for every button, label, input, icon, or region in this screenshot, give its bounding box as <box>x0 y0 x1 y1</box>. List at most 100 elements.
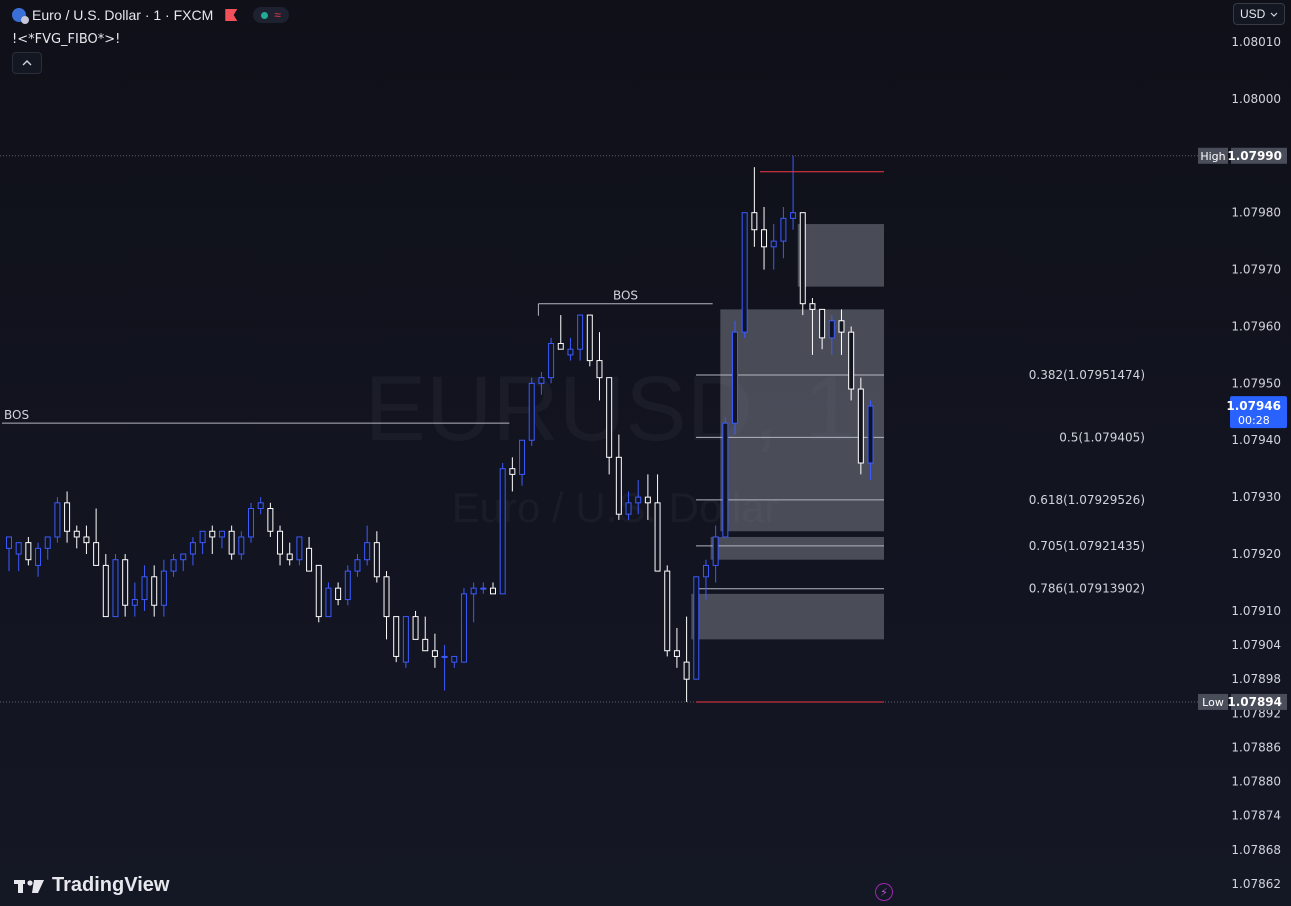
candle-body <box>596 360 603 379</box>
candle-body <box>460 593 467 663</box>
candle-body <box>693 576 700 680</box>
candle-body <box>296 536 303 561</box>
candle-body <box>519 439 526 475</box>
bos-label: BOS <box>613 289 638 303</box>
candle-body <box>73 530 80 538</box>
candlestick-chart[interactable]: EURUSD, 1 Euro / U.S. Dollar BOSBOS 0.38… <box>0 0 1291 906</box>
candle-body <box>780 217 787 242</box>
candle-body <box>238 536 245 555</box>
candle-body <box>364 542 371 561</box>
candle-body <box>325 587 332 618</box>
symbol-title[interactable]: Euro / U.S. Dollar · 1 · FXCM <box>32 7 213 23</box>
fib-label: 0.705(1.07921435) <box>1029 539 1145 553</box>
price-axis-tick: 1.07868 <box>1231 843 1281 857</box>
low-label-text: Low <box>1202 696 1224 709</box>
candle-body <box>548 343 555 379</box>
candle-body <box>422 638 429 652</box>
candle-body <box>122 559 129 606</box>
candle-body <box>615 456 622 515</box>
price-axis-tick: 1.07920 <box>1231 547 1281 561</box>
candle-body <box>286 553 293 561</box>
price-axis-tick: 1.08010 <box>1231 35 1281 49</box>
currency-value: USD <box>1240 7 1266 21</box>
price-axis-tick: 1.07960 <box>1231 319 1281 333</box>
candle-body <box>867 405 874 464</box>
price-axis-tick: 1.07874 <box>1231 809 1281 823</box>
candle-body <box>6 536 12 549</box>
candle-body <box>412 616 419 640</box>
candle-body <box>538 377 545 384</box>
candle-body <box>354 559 361 572</box>
lightning-icon[interactable]: ⚡ <box>875 883 893 901</box>
candle-body <box>848 331 855 390</box>
fib-label: 0.618(1.07929526) <box>1029 493 1145 507</box>
candle-body <box>25 542 32 561</box>
candle-body <box>664 570 671 652</box>
symbol-globe-icon <box>12 8 29 24</box>
market-status-pill[interactable]: ≈ <box>253 7 289 23</box>
candle-body <box>189 542 196 555</box>
candle-body <box>470 587 477 595</box>
low-value-text: 1.07894 <box>1227 695 1282 709</box>
chart-header: Euro / U.S. Dollar · 1 · FXCM ≈ <box>12 6 289 24</box>
candle-body <box>170 559 177 572</box>
candle-body <box>644 496 651 504</box>
candle-body <box>577 314 584 350</box>
indicator-name[interactable]: !<*FVG_FIBO*>! <box>12 32 120 47</box>
fib-label: 0.382(1.07951474) <box>1029 368 1145 382</box>
candle-body <box>267 508 274 532</box>
candle-body <box>722 422 729 538</box>
fvg-zone <box>710 536 884 560</box>
candle-body <box>373 542 380 578</box>
candle-body <box>751 212 758 231</box>
price-axis-tick: 1.07862 <box>1231 877 1281 891</box>
flag-icon[interactable] <box>225 9 238 21</box>
chevron-down-icon <box>1270 12 1278 17</box>
high-label-text: High <box>1200 150 1225 163</box>
last-price-countdown: 00:28 <box>1238 414 1270 427</box>
candle-body <box>44 536 51 549</box>
candle-body <box>635 496 642 504</box>
candle-body <box>306 547 313 572</box>
fib-label: 0.786(1.07913902) <box>1029 582 1145 596</box>
candle-body <box>151 576 158 606</box>
candle-body <box>567 348 574 356</box>
candle-body <box>683 661 690 680</box>
candle-body <box>383 576 390 618</box>
candle-body <box>54 502 61 538</box>
candle-body <box>199 530 206 544</box>
currency-select[interactable]: USD <box>1233 3 1285 25</box>
price-axis-tick: 1.07880 <box>1231 775 1281 789</box>
candle-body <box>15 542 22 555</box>
candle-body <box>702 564 709 578</box>
candle-body <box>625 502 632 515</box>
candle-body <box>112 559 119 618</box>
candle-body <box>712 536 719 566</box>
candle-body <box>393 616 400 657</box>
candle-body <box>248 508 254 538</box>
price-axis-tick: 1.07950 <box>1231 376 1281 390</box>
candle-body <box>809 303 816 310</box>
candle-body <box>218 530 225 538</box>
price-axis-tick: 1.07980 <box>1231 206 1281 220</box>
candle-body <box>228 530 235 555</box>
candle-body <box>790 212 797 219</box>
price-axis-tick: 1.07930 <box>1231 490 1281 504</box>
candle-body <box>828 320 835 339</box>
candle-body <box>838 320 845 333</box>
candle-body <box>557 343 564 350</box>
fvg-zone <box>691 593 884 640</box>
candle-body <box>799 212 806 305</box>
candle-body <box>431 650 438 657</box>
price-axis-tick: 1.07940 <box>1231 433 1281 447</box>
collapse-indicators-button[interactable] <box>12 52 42 74</box>
tradingview-logo[interactable]: TradingView <box>14 874 169 897</box>
price-axis-tick: 1.08000 <box>1231 92 1281 106</box>
candle-body <box>732 331 738 424</box>
last-price-value: 1.07946 <box>1226 399 1281 413</box>
candle-body <box>257 502 264 510</box>
candle-body <box>35 547 42 566</box>
wave-icon: ≈ <box>274 8 281 22</box>
price-axis-tick: 1.07898 <box>1231 672 1281 686</box>
price-tags: High 1.07990 Low 1.07894 1.0794600:28 <box>1198 147 1287 710</box>
